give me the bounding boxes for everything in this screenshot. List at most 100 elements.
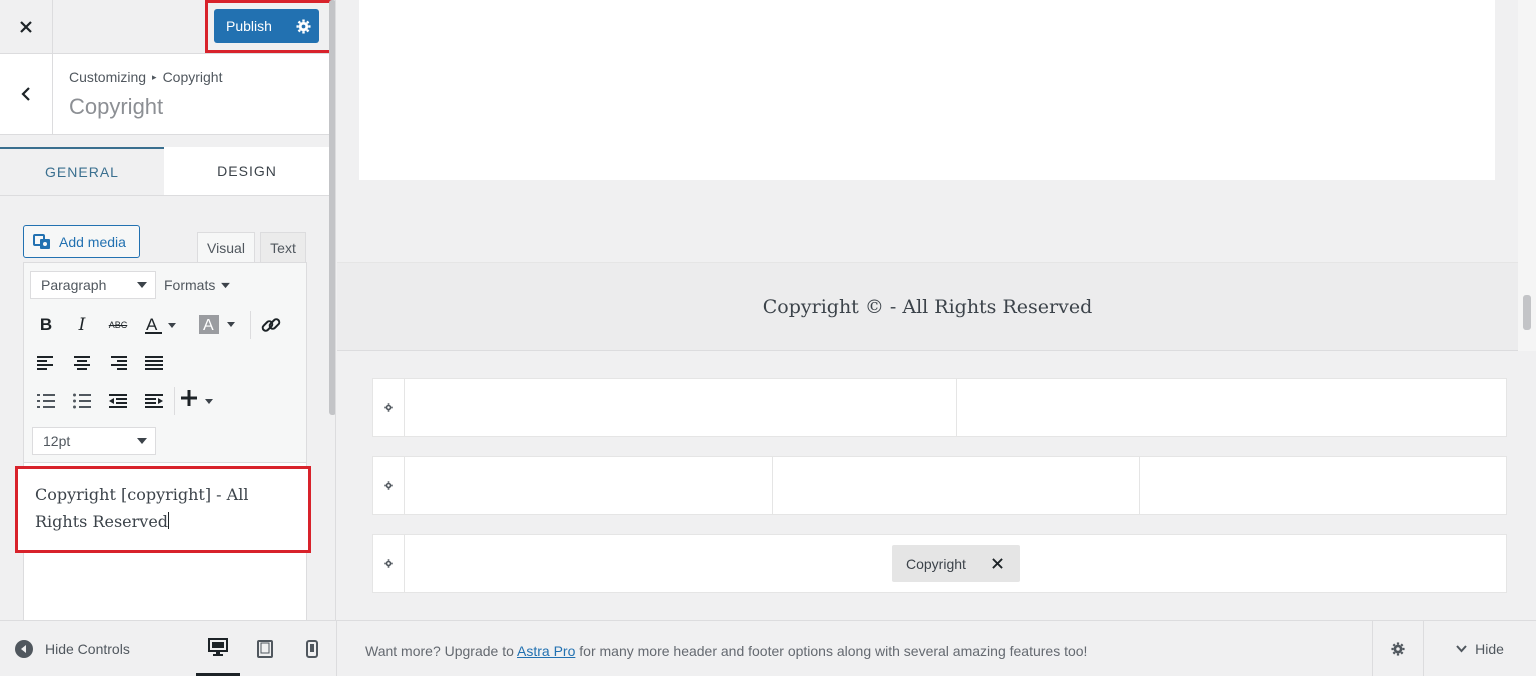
indent-button[interactable] <box>140 387 168 415</box>
builder-column[interactable] <box>405 379 957 436</box>
footer-builder-row-1 <box>372 378 1507 437</box>
builder-column[interactable] <box>405 457 773 514</box>
footer-settings-button[interactable] <box>1372 621 1422 676</box>
preview-scrollbar[interactable] <box>1518 0 1536 351</box>
outdent-button[interactable] <box>104 387 132 415</box>
footer-copyright-text: Copyright © - All Rights Reserved <box>762 295 1093 318</box>
align-center-icon <box>74 356 90 370</box>
align-left-button[interactable] <box>32 349 60 377</box>
breadcrumb: Customizing ▸ Copyright <box>69 69 222 85</box>
tab-design[interactable]: DESIGN <box>164 147 330 195</box>
gear-icon <box>384 403 393 412</box>
toolbar-separator <box>250 311 251 339</box>
footer-builder-row-2 <box>372 456 1507 515</box>
back-button[interactable] <box>0 54 53 134</box>
desktop-icon <box>208 638 228 656</box>
customizer-header: Publish <box>0 0 335 54</box>
formats-dropdown[interactable]: Formats <box>164 271 231 299</box>
builder-column[interactable] <box>1140 457 1506 514</box>
publish-label: Publish <box>226 18 272 34</box>
breadcrumb-parent: Customizing <box>69 69 147 85</box>
breadcrumb-current: Copyright <box>162 69 223 85</box>
indent-icon <box>145 394 163 408</box>
section-title: Copyright <box>69 94 164 119</box>
gear-icon[interactable] <box>296 18 311 34</box>
add-media-icon <box>33 233 50 249</box>
customizer-footer: Hide Controls <box>0 620 337 676</box>
sidebar-scrollbar[interactable] <box>329 0 335 415</box>
strikethrough-icon: ABC <box>108 320 128 330</box>
astra-pro-link[interactable]: Astra Pro <box>517 643 575 659</box>
collapse-arrow-icon <box>15 640 33 658</box>
builder-column[interactable] <box>773 457 1140 514</box>
hide-label: Hide <box>1475 641 1504 657</box>
publish-button[interactable]: Publish <box>214 9 319 43</box>
align-justify-icon <box>145 356 163 370</box>
tab-visual[interactable]: Visual <box>197 232 255 263</box>
align-center-button[interactable] <box>68 349 96 377</box>
builder-column[interactable] <box>957 379 1506 436</box>
svg-text:A: A <box>203 317 214 334</box>
preview-desktop-button[interactable] <box>196 621 240 676</box>
link-button[interactable] <box>257 311 285 339</box>
row-settings-button[interactable] <box>373 379 405 436</box>
tablet-icon <box>257 640 273 658</box>
gear-icon <box>384 559 393 568</box>
add-media-button[interactable]: Add media <box>23 225 140 258</box>
breadcrumb-separator-icon: ▸ <box>152 71 157 82</box>
align-justify-button[interactable] <box>140 349 168 377</box>
caret-down-icon <box>221 282 231 288</box>
gear-icon <box>384 481 393 490</box>
font-size-select[interactable]: 12pt <box>32 427 156 455</box>
chevron-left-icon <box>21 87 30 101</box>
italic-icon: I <box>78 315 86 335</box>
hide-builder-button[interactable]: Hide <box>1423 621 1536 676</box>
preview-footer-copyright[interactable]: Copyright © - All Rights Reserved <box>337 262 1518 351</box>
upsell-text-after: for many more header and footer options … <box>575 643 1088 659</box>
close-icon <box>20 20 32 33</box>
chevron-down-icon <box>1456 645 1467 653</box>
block-format-value: Paragraph <box>41 277 107 293</box>
strikethrough-button[interactable]: ABC <box>104 311 132 339</box>
text-color-button[interactable]: A <box>140 311 186 339</box>
insert-plus-icon <box>181 390 213 406</box>
preview-mobile-button[interactable] <box>290 621 334 676</box>
preview-content-block <box>359 0 1495 180</box>
unordered-list-button[interactable] <box>68 387 96 415</box>
close-icon[interactable] <box>992 558 1003 569</box>
upsell-message: Want more? Upgrade to Astra Pro for many… <box>365 643 1087 659</box>
copyright-element-chip[interactable]: Copyright <box>892 545 1020 582</box>
editor-toolbar: Paragraph Formats B I ABC A A 12pt <box>24 263 306 463</box>
editor-content-value: Copyright [copyright] - All Rights Reser… <box>35 485 249 531</box>
preview-tablet-button[interactable] <box>243 621 287 676</box>
align-right-button[interactable] <box>104 349 132 377</box>
tab-general[interactable]: GENERAL <box>0 147 164 195</box>
caret-down-icon <box>137 438 147 444</box>
ordered-list-button[interactable] <box>32 387 60 415</box>
insert-plus-button[interactable] <box>178 385 222 413</box>
upsell-text-before: Want more? Upgrade to <box>365 643 518 659</box>
preview-scrollbar-thumb[interactable] <box>1523 295 1531 330</box>
hide-controls-label: Hide Controls <box>45 641 130 657</box>
tab-text[interactable]: Text <box>260 232 306 263</box>
close-customizer-button[interactable] <box>0 0 53 53</box>
link-icon <box>261 318 281 332</box>
row-settings-button[interactable] <box>373 457 405 514</box>
add-media-label: Add media <box>59 233 126 250</box>
align-right-icon <box>111 356 127 370</box>
svg-text:A: A <box>146 315 158 334</box>
upsell-bar: Want more? Upgrade to Astra Pro for many… <box>337 620 1536 676</box>
footer-builder-row-3: Copyright <box>372 534 1507 593</box>
row-settings-button[interactable] <box>373 535 405 592</box>
wysiwyg-editor: Paragraph Formats B I ABC A A 12pt <box>23 262 307 620</box>
background-color-button[interactable]: A <box>194 311 242 339</box>
block-format-select[interactable]: Paragraph <box>30 271 156 299</box>
hide-controls-button[interactable]: Hide Controls <box>15 640 130 658</box>
editor-content-text[interactable]: Copyright [copyright] - All Rights Reser… <box>35 481 275 535</box>
text-color-icon: A <box>145 315 176 334</box>
outdent-icon <box>109 394 127 408</box>
gear-icon <box>1390 642 1405 656</box>
unordered-list-icon <box>73 393 91 409</box>
italic-button[interactable]: I <box>68 311 96 339</box>
bold-button[interactable]: B <box>32 311 60 339</box>
